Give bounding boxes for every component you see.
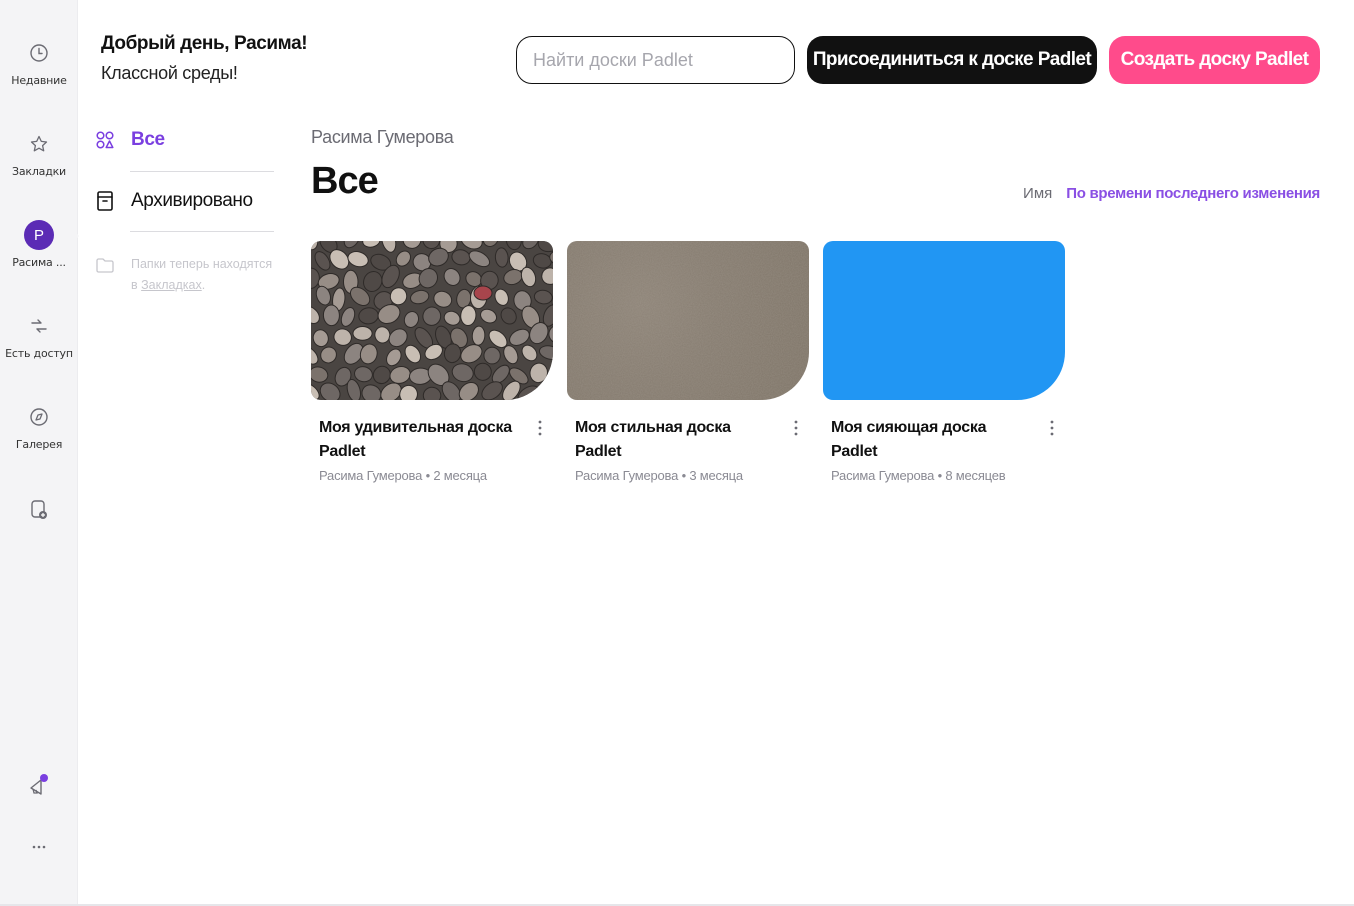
- compass-icon: [24, 402, 54, 432]
- padlet-thumbnail-pebbles[interactable]: [311, 241, 553, 400]
- rail-item-gallery[interactable]: Галерея: [0, 402, 78, 451]
- clock-icon: [24, 38, 54, 68]
- avatar: P: [24, 220, 54, 250]
- rail-item-profile[interactable]: P Расима ...: [0, 220, 78, 269]
- rail-item-more[interactable]: [0, 832, 78, 862]
- padlet-meta: Расима Гумерова • 8 месяцев: [831, 468, 1006, 483]
- sort-by-name[interactable]: Имя: [1023, 185, 1052, 202]
- pebbles-image: [311, 241, 553, 400]
- padlet-card[interactable]: Моя стильная доска Padlet Расима Гумеров…: [567, 241, 809, 483]
- padlet-meta: Расима Гумерова • 3 месяца: [575, 468, 743, 483]
- handshake-icon: [24, 311, 54, 341]
- padlet-title[interactable]: Моя стильная доска Padlet: [575, 416, 769, 464]
- rail-item-shared[interactable]: Есть доступ: [0, 311, 78, 360]
- sort-options: Имя По времени последнего изменения: [1023, 185, 1320, 202]
- rail-label-gallery: Галерея: [15, 438, 63, 451]
- pebble: [483, 346, 501, 365]
- join-padlet-button[interactable]: Присоединиться к доске Padlet: [807, 36, 1097, 84]
- folder-archived[interactable]: Архивировано: [94, 190, 253, 212]
- pebble: [352, 326, 373, 341]
- greeting-block: Добрый день, Расима! Классной среды!: [101, 33, 308, 84]
- sort-by-modified[interactable]: По времени последнего изменения: [1066, 185, 1320, 202]
- greeting-title: Добрый день, Расима!: [101, 33, 308, 54]
- more-icon: [24, 832, 54, 862]
- new-document-icon: [24, 495, 54, 525]
- rail-item-recent[interactable]: Недавние: [0, 38, 78, 87]
- grid-icon: [94, 129, 116, 151]
- search-input[interactable]: [516, 36, 795, 84]
- pebble: [544, 381, 553, 400]
- rail-item-announcements[interactable]: [0, 770, 78, 800]
- rail-item-bookmarks[interactable]: Закладки: [0, 129, 78, 178]
- folder-all-label: Все: [131, 129, 165, 150]
- folder-icon: [94, 254, 116, 276]
- padlet-title[interactable]: Моя сияющая доска Padlet: [831, 416, 1025, 464]
- create-padlet-button[interactable]: Создать доску Padlet: [1109, 36, 1320, 84]
- left-rail: Недавние Закладки P Расима ... Есть дост…: [0, 0, 79, 906]
- rail-label-recent: Недавние: [11, 74, 67, 87]
- pebble: [552, 364, 553, 382]
- kebab-menu-icon[interactable]: [787, 416, 805, 440]
- bookmarks-link[interactable]: Закладках: [141, 278, 202, 292]
- padlet-thumbnail-texture[interactable]: [567, 241, 809, 400]
- divider: [130, 171, 274, 172]
- active-indicator: [72, 228, 79, 244]
- page-title: Все: [311, 160, 379, 202]
- folders-note-suffix: .: [201, 278, 206, 292]
- pebble: [322, 304, 340, 327]
- texture-image: [567, 241, 809, 400]
- padlet-title[interactable]: Моя удивительная доска Padlet: [319, 416, 513, 464]
- divider: [130, 231, 274, 232]
- red-pebble: [473, 285, 493, 301]
- folder-all[interactable]: Все: [94, 129, 165, 151]
- megaphone-icon: [24, 770, 54, 800]
- folder-archived-label: Архивировано: [131, 190, 253, 211]
- kebab-menu-icon[interactable]: [531, 416, 549, 440]
- archive-icon: [94, 190, 116, 212]
- rail-item-new-padlet[interactable]: [0, 495, 78, 525]
- star-icon: [24, 129, 54, 159]
- rail-label-bookmarks: Закладки: [11, 165, 66, 178]
- folders-note-text: Папки теперь находятся в Закладках.: [131, 254, 279, 296]
- rail-label-shared: Есть доступ: [5, 347, 73, 360]
- padlet-card[interactable]: Моя сияющая доска Padlet Расима Гумерова…: [823, 241, 1065, 483]
- greeting-subtitle: Классной среды!: [101, 63, 238, 83]
- rail-label-profile: Расима ...: [12, 256, 66, 269]
- folders-moved-note: Папки теперь находятся в Закладках.: [94, 254, 279, 296]
- kebab-menu-icon[interactable]: [1043, 416, 1061, 440]
- padlet-card[interactable]: Моя удивительная доска Padlet Расима Гум…: [311, 241, 553, 483]
- padlet-meta: Расима Гумерова • 2 месяца: [319, 468, 487, 483]
- padlet-thumbnail-blue[interactable]: [823, 241, 1065, 400]
- owner-name: Расима Гумерова: [311, 127, 454, 147]
